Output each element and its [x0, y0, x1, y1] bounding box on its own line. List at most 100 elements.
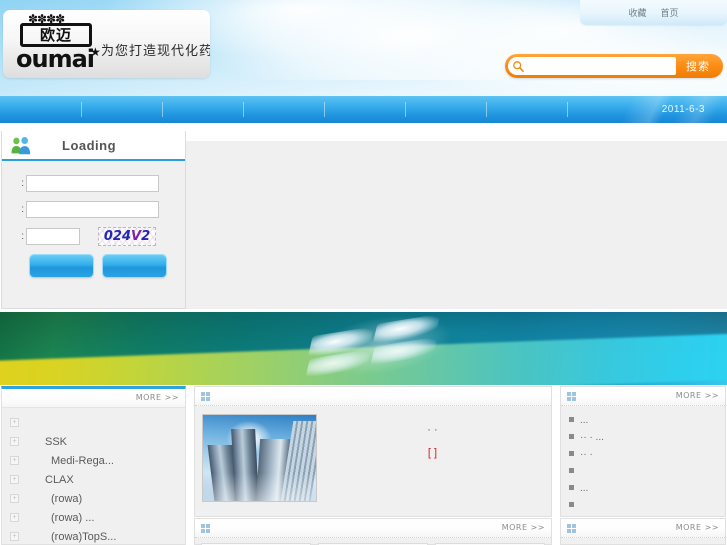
- square-bullet-icon: [569, 434, 574, 439]
- list-item[interactable]: + (rowa)TopS...: [2, 527, 185, 545]
- logo-plate[interactable]: ✽✽✽✽ 欧迈 oumai ★ 为您打造现代化药房: [3, 10, 210, 78]
- list-item[interactable]: ·· ·: [561, 446, 725, 463]
- list-item[interactable]: [561, 497, 725, 514]
- users-icon: [11, 137, 31, 155]
- news-more-link[interactable]: MORE >>: [676, 391, 719, 400]
- cases-thumbnail-row: [195, 538, 551, 545]
- plus-box-icon: +: [10, 437, 19, 446]
- password-field[interactable]: [26, 201, 159, 218]
- login-row-captcha: : 024 V 2: [12, 227, 175, 246]
- list-item[interactable]: ...: [561, 412, 725, 429]
- product-label: Medi-Rega...: [51, 454, 114, 467]
- plus-box-icon: +: [10, 418, 19, 427]
- nav-item-7[interactable]: [567, 96, 648, 123]
- captcha-text-a: 024: [103, 229, 132, 244]
- login-buttons: [30, 255, 175, 277]
- page-root: ✽✽✽✽ 欧迈 oumai ★ 为您打造现代化药房 收藏 首页 搜索: [0, 0, 727, 545]
- topbar-link-home[interactable]: 首页: [661, 6, 679, 19]
- logo-cjk-text: 欧迈: [20, 23, 92, 47]
- nav-item-5[interactable]: [405, 96, 486, 123]
- square-bullet-icon: [569, 451, 574, 456]
- search-input[interactable]: [525, 58, 676, 74]
- cases-panel: MORE >>: [194, 518, 552, 545]
- search-button[interactable]: 搜索: [676, 57, 720, 75]
- list-item[interactable]: + (rowa) ...: [2, 508, 185, 527]
- captcha-image[interactable]: 024 V 2: [98, 227, 156, 246]
- nav-item-6[interactable]: [486, 96, 567, 123]
- plus-box-icon: +: [10, 456, 19, 465]
- list-item[interactable]: +: [2, 413, 185, 432]
- captcha-text-c: 2: [141, 229, 151, 244]
- products-more-link[interactable]: MORE >>: [136, 393, 179, 402]
- login-title: Loading: [62, 137, 117, 153]
- news-panel-secondary-header: MORE >>: [561, 519, 725, 538]
- news-secondary-more-link[interactable]: MORE >>: [676, 523, 719, 532]
- plus-box-icon: +: [10, 532, 19, 541]
- about-panel: · · [ ]: [194, 386, 552, 517]
- plus-box-icon: +: [10, 494, 19, 503]
- about-subline: [ ]: [327, 443, 538, 464]
- login-panel: Loading : : : 024 V 2: [1, 131, 186, 309]
- square-bullet-icon: [569, 417, 574, 422]
- login-form: : : : 024 V 2: [2, 161, 185, 277]
- content-columns: MORE >> + + SSK + Medi-Rega... + CLAX + …: [0, 386, 727, 545]
- list-item[interactable]: [561, 463, 725, 480]
- news-label: ·· ·: [580, 449, 593, 460]
- nav-item-4[interactable]: [324, 96, 405, 123]
- news-label: ...: [580, 415, 589, 426]
- list-item[interactable]: ·· · ...: [561, 429, 725, 446]
- username-field[interactable]: [26, 175, 159, 192]
- list-item[interactable]: ...: [561, 480, 725, 497]
- news-panel-secondary: MORE >>: [560, 518, 726, 545]
- site-header: ✽✽✽✽ 欧迈 oumai ★ 为您打造现代化药房 收藏 首页 搜索: [0, 0, 727, 96]
- company-logo: ✽✽✽✽ 欧迈 oumai ★: [12, 13, 101, 75]
- news-label: ...: [580, 483, 589, 494]
- products-list: + + SSK + Medi-Rega... + CLAX + (rowa) +…: [2, 408, 185, 545]
- list-item[interactable]: + (rowa): [2, 489, 185, 508]
- skyscrapers-photo[interactable]: [202, 414, 317, 502]
- search-field-wrapper: [508, 57, 676, 75]
- login-row-password: :: [12, 201, 175, 218]
- product-label: (rowa) ...: [51, 511, 95, 524]
- cases-panel-header: MORE >>: [195, 519, 551, 538]
- nav-item-1[interactable]: [81, 96, 162, 123]
- search-icon: [513, 60, 524, 72]
- photo-cloud-overlay: [203, 473, 316, 501]
- news-panel-header: MORE >>: [561, 387, 725, 406]
- news-list: ... ·· · ... ·· · ...: [561, 406, 725, 514]
- captcha-label: :: [21, 231, 24, 242]
- plus-box-icon: +: [10, 475, 19, 484]
- square-bullet-icon: [569, 485, 574, 490]
- list-item[interactable]: + Medi-Rega...: [2, 451, 185, 470]
- search-bar: 搜索: [505, 54, 723, 78]
- product-label: (rowa): [51, 492, 83, 505]
- nav-item-2[interactable]: [162, 96, 243, 123]
- grid-squares-icon: [567, 391, 576, 401]
- login-submit-button[interactable]: [30, 255, 93, 277]
- captcha-field[interactable]: [26, 228, 80, 245]
- content-placeholder-fill: [186, 141, 727, 309]
- top-utility-bar: 收藏 首页: [580, 0, 727, 25]
- about-headline: · ·: [427, 424, 438, 436]
- nav-item-0[interactable]: [0, 96, 81, 123]
- plus-box-icon: +: [10, 513, 19, 522]
- logo-tagline: 为您打造现代化药房: [101, 43, 210, 58]
- topbar-link-favorite[interactable]: 收藏: [628, 6, 646, 19]
- news-label: ·· · ...: [580, 432, 604, 443]
- bracket-right: ]: [434, 446, 438, 459]
- login-register-button[interactable]: [103, 255, 166, 277]
- current-date: 2011-6-3: [661, 104, 705, 115]
- nav-item-3[interactable]: [243, 96, 324, 123]
- square-bullet-icon: [569, 502, 574, 507]
- main-navigation: 2011-6-3: [0, 96, 727, 123]
- password-label: :: [21, 204, 24, 215]
- grid-squares-icon: [201, 391, 210, 401]
- product-label: SSK: [45, 435, 68, 448]
- list-item[interactable]: + CLAX: [2, 470, 185, 489]
- captcha-text-b: V: [131, 229, 142, 244]
- about-text: · · [ ]: [317, 414, 544, 502]
- hero-banner: [0, 312, 727, 385]
- list-item[interactable]: + SSK: [2, 432, 185, 451]
- cases-more-link[interactable]: MORE >>: [502, 523, 545, 532]
- username-label: :: [21, 178, 24, 189]
